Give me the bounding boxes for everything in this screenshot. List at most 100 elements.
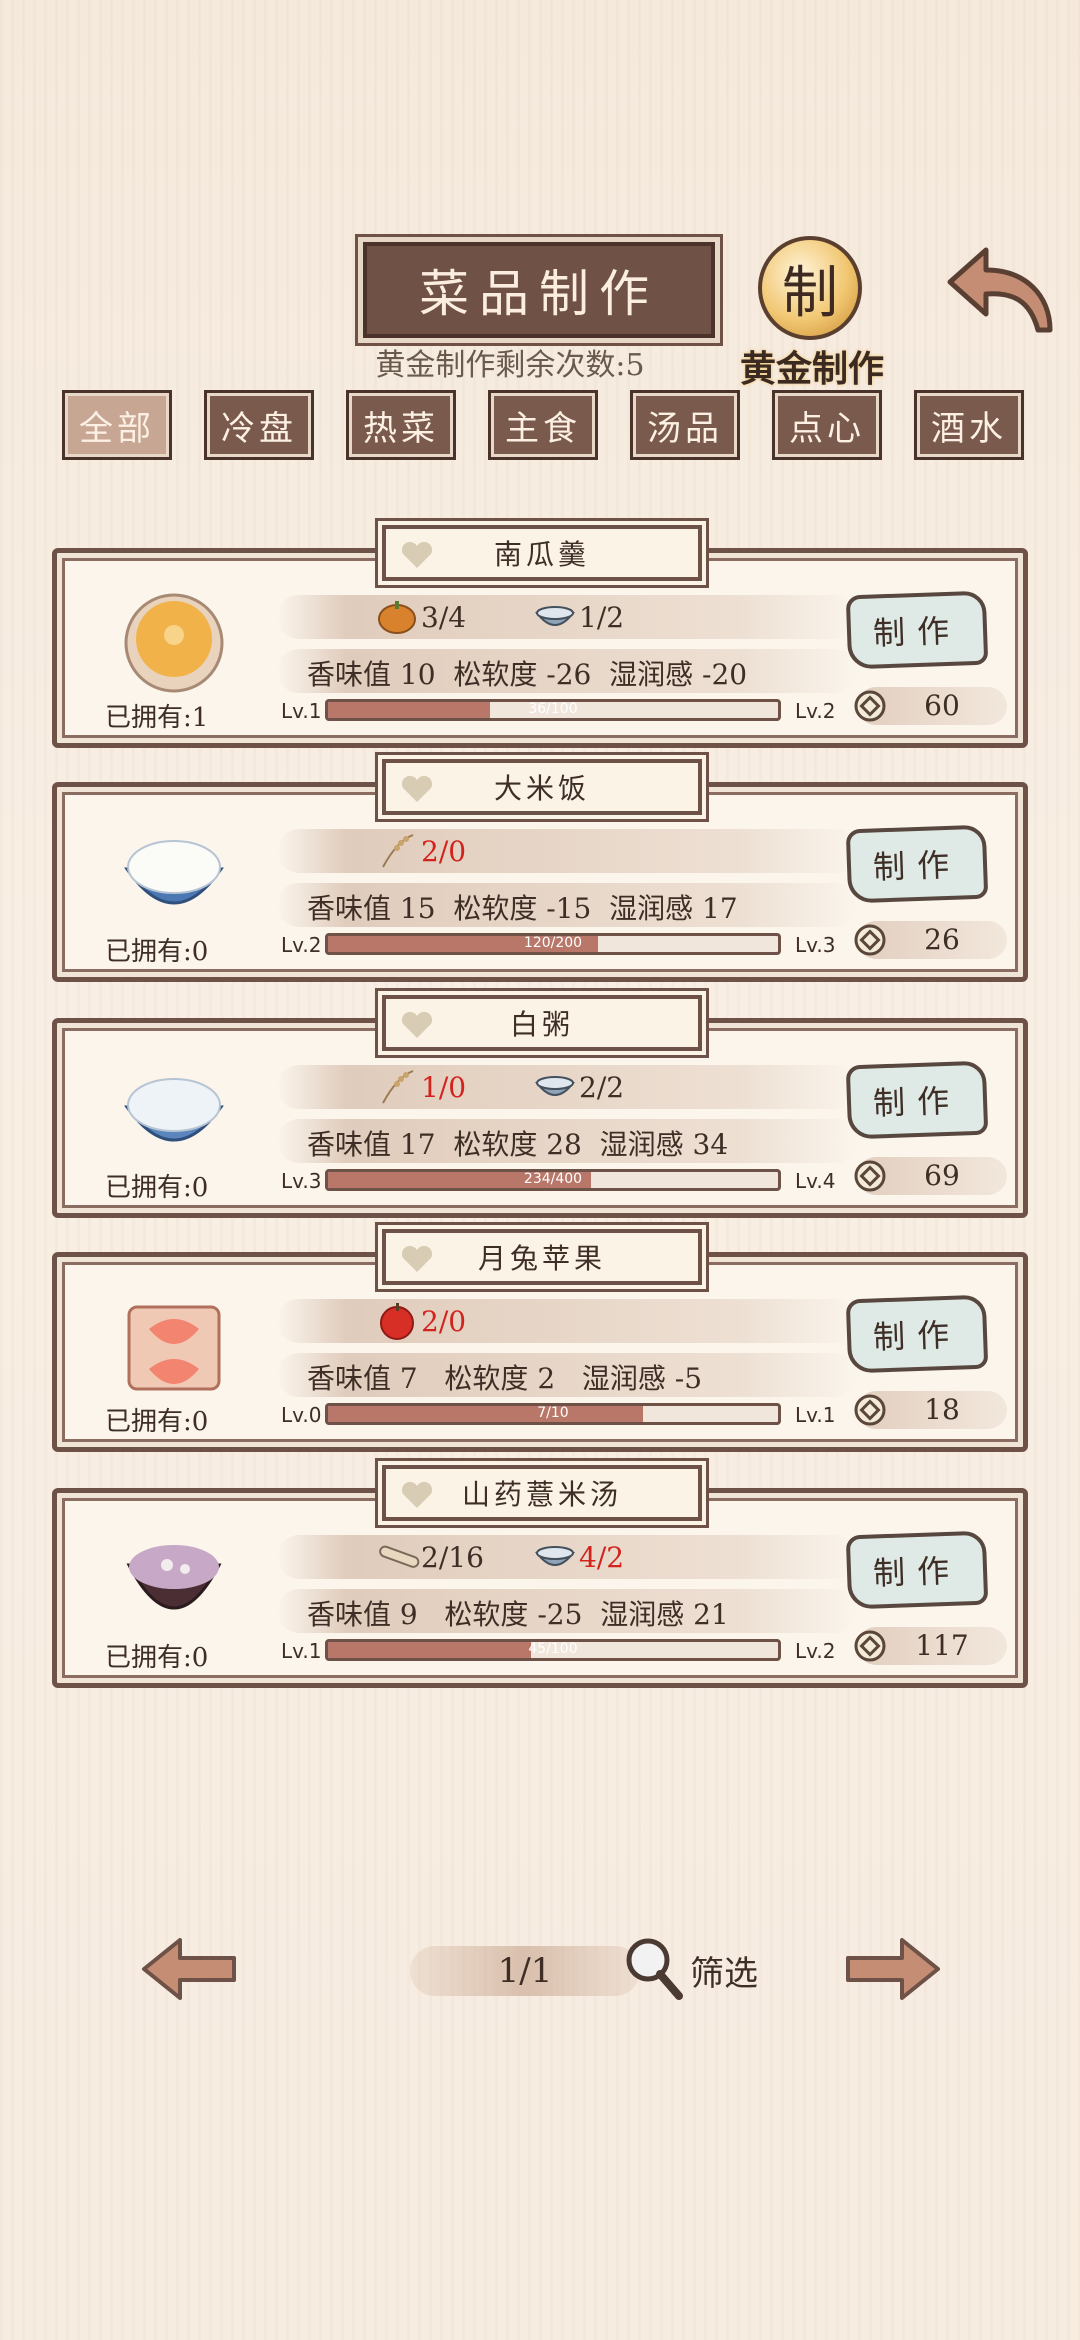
recipe-name-plaque: 月兔苹果: [382, 1229, 702, 1285]
ingredient: 2/16: [377, 1537, 484, 1577]
ingredient: 1/2: [535, 597, 624, 637]
tab-hot-dishes[interactable]: 热菜: [346, 390, 456, 460]
level-progress-bar: 45/100: [325, 1639, 781, 1661]
coin-icon: [854, 1394, 886, 1426]
tab-all[interactable]: 全部: [62, 390, 172, 460]
progress-text: 120/200: [523, 935, 583, 951]
coin-icon: [854, 690, 886, 722]
next-level: Lv.2: [795, 1639, 836, 1663]
ingredient-count: 2/0: [421, 834, 467, 868]
tab-staple-food[interactable]: 主食: [488, 390, 598, 460]
ingredient: 2/0: [377, 1301, 466, 1341]
owned-count: 已拥有:0: [105, 1173, 209, 1203]
apple-icon: [380, 1303, 414, 1340]
progress-text: 36/100: [528, 701, 578, 717]
ingredient-count: 1/2: [579, 600, 625, 634]
ingredient: 2/2: [535, 1067, 624, 1107]
prev-page-arrow-icon[interactable]: [140, 1934, 240, 2004]
tab-soups[interactable]: 汤品: [630, 390, 740, 460]
gold-seal-icon: 制: [758, 236, 862, 340]
level-progress-bar: 120/200: [325, 933, 781, 955]
page-title-plaque: 菜品制作: [363, 242, 715, 338]
recipe-card: 月兔苹果 已拥有:0 2/0 香味值 7 松软度 2 湿润感 -5 Lv.0 7/10 Lv…: [52, 1229, 1028, 1452]
cost-value: 60: [924, 689, 960, 722]
level-progress-bar: 36/100: [325, 699, 781, 721]
recipe-card: 山药薏米汤已拥有:0 2/16 4/2 香味值 9 松软度 -25 湿润感 21 Lv.…: [52, 1465, 1028, 1688]
dish-image: [124, 840, 224, 905]
bowl-icon: [535, 1076, 576, 1096]
next-level: Lv.2: [795, 699, 836, 723]
make-button[interactable]: 制作: [845, 1060, 989, 1140]
recipe-card: 白粥 已拥有:0 1/0 2/2 香味值 17 松软度 28 湿润感 34 Lv.3 234…: [52, 995, 1028, 1218]
recipe-stats: 香味值 17 松软度 28 湿润感 34: [307, 1128, 729, 1161]
next-page-arrow-icon[interactable]: [842, 1934, 942, 2004]
tab-drinks[interactable]: 酒水: [914, 390, 1024, 460]
cost-value: 18: [924, 1393, 960, 1426]
back-arrow-icon[interactable]: [946, 244, 1058, 340]
next-level: Lv.1: [795, 1403, 836, 1427]
filter-button[interactable]: 筛选: [690, 1946, 758, 1995]
ingredient-count: 2/16: [421, 1540, 484, 1574]
owned-count: 已拥有:0: [105, 1643, 209, 1673]
dish-image: [124, 593, 224, 693]
owned-count: 已拥有:0: [105, 1407, 209, 1437]
ingredient-count: 2/0: [421, 1304, 467, 1338]
tab-cold-dishes[interactable]: 冷盘: [204, 390, 314, 460]
level-progress-bar: 234/400: [325, 1169, 781, 1191]
ingredient-count: 4/2: [579, 1540, 625, 1574]
cost-value: 69: [924, 1159, 960, 1192]
progress-text: 45/100: [528, 1641, 578, 1657]
coin-icon: [854, 1160, 886, 1192]
heart-icon[interactable]: [400, 540, 434, 570]
progress-text: 7/10: [537, 1405, 569, 1421]
progress-text: 234/400: [523, 1171, 583, 1187]
gold-make-label: 黄金制作: [739, 348, 884, 390]
ingredient: 2/0: [377, 831, 466, 871]
cost-value: 26: [924, 923, 960, 956]
heart-icon[interactable]: [400, 1480, 434, 1510]
dish-image: [124, 1078, 224, 1142]
rice-stalk-icon: [382, 834, 414, 868]
ingredient-brush-bg: [277, 1299, 857, 1343]
heart-icon[interactable]: [400, 1010, 434, 1040]
recipe-name: 大米饭: [493, 772, 590, 805]
bowl-icon: [535, 606, 576, 626]
heart-icon[interactable]: [400, 1244, 434, 1274]
make-button[interactable]: 制作: [845, 824, 989, 904]
recipe-name-plaque: 山药薏米汤: [382, 1465, 702, 1521]
make-button[interactable]: 制作: [845, 1294, 989, 1374]
recipe-name-plaque: 大米饭: [382, 759, 702, 815]
recipe-name-plaque: 白粥: [382, 995, 702, 1051]
ingredient-count: 3/4: [421, 600, 467, 634]
dish-image: [127, 1305, 221, 1391]
gold-remaining-count: 黄金制作剩余次数:5: [375, 348, 645, 383]
coin-icon: [854, 924, 886, 956]
recipe-name-plaque: 南瓜羹: [382, 525, 702, 581]
page-indicator: 1/1: [410, 1946, 640, 1996]
recipe-stats: 香味值 15 松软度 -15 湿润感 17: [307, 892, 738, 925]
next-level: Lv.4: [795, 1169, 836, 1193]
current-level: Lv.3: [281, 1169, 322, 1193]
bowl-icon: [535, 1546, 576, 1566]
current-level: Lv.1: [281, 699, 322, 723]
recipe-name: 南瓜羹: [493, 538, 590, 571]
make-button[interactable]: 制作: [845, 590, 989, 670]
recipe-stats: 香味值 9 松软度 -25 湿润感 21: [307, 1598, 729, 1631]
heart-icon[interactable]: [400, 774, 434, 804]
recipe-stats: 香味值 7 松软度 2 湿润感 -5: [307, 1362, 703, 1395]
category-tabs: 全部 冷盘 热菜 主食 汤品 点心 酒水: [62, 390, 1024, 462]
ingredient: 3/4: [377, 597, 466, 637]
ingredient-count: 2/2: [579, 1070, 625, 1104]
level-progress-bar: 7/10: [325, 1403, 781, 1425]
search-icon[interactable]: [622, 1936, 684, 2002]
tab-desserts[interactable]: 点心: [772, 390, 882, 460]
current-level: Lv.1: [281, 1639, 322, 1663]
make-button[interactable]: 制作: [845, 1530, 989, 1610]
page-title: 菜品制作: [419, 265, 659, 323]
recipe-name: 山药薏米汤: [461, 1478, 622, 1511]
gold-make-button[interactable]: 制 黄金制作: [728, 236, 896, 390]
owned-count: 已拥有:1: [105, 703, 209, 733]
pumpkin-icon: [378, 601, 416, 634]
ingredient: 4/2: [535, 1537, 624, 1577]
dish-image: [126, 1545, 222, 1610]
